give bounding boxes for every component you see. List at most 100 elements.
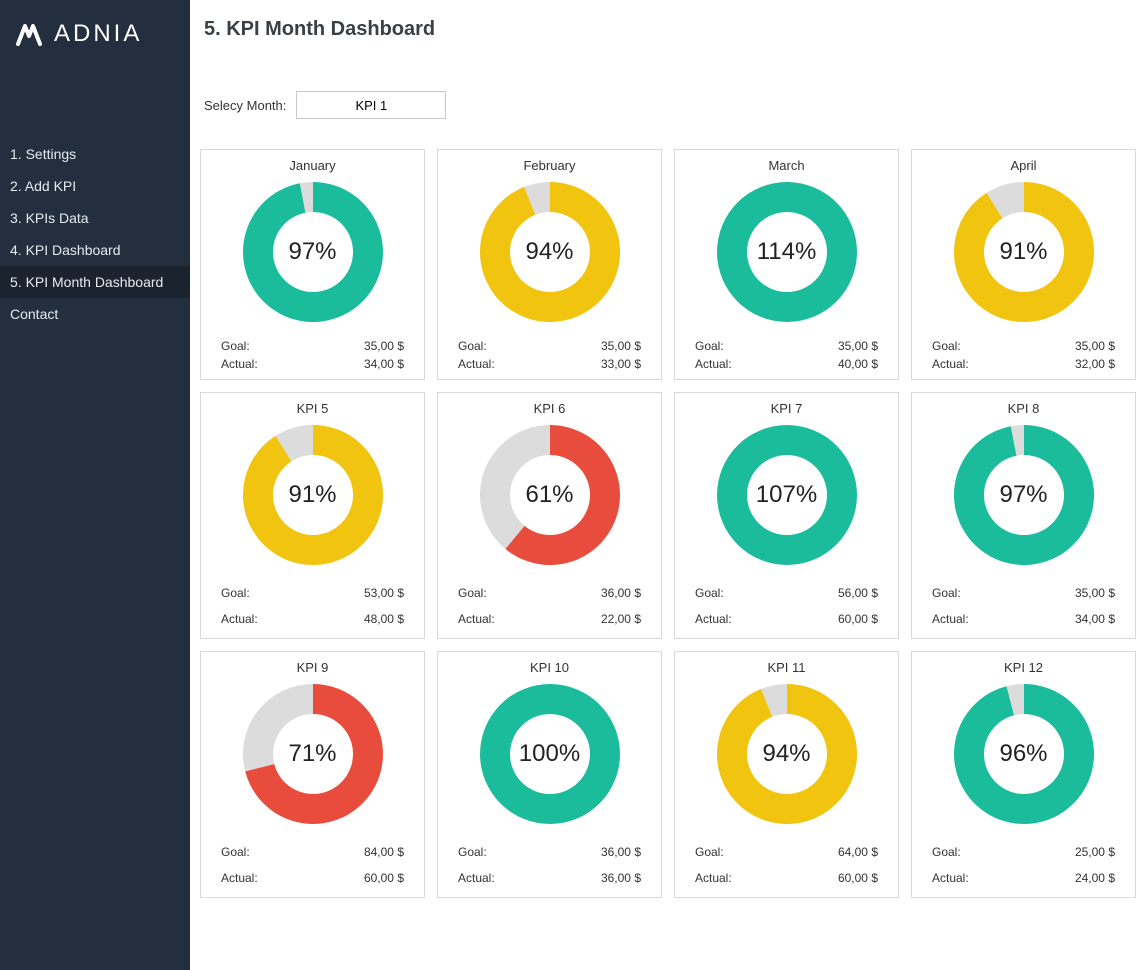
sidebar: ADNIA 1. Settings2. Add KPI3. KPIs Data4… (0, 0, 190, 970)
kpi-goal-value: 56,00 $ (838, 586, 878, 600)
kpi-goal-row: Goal: 35,00 $ (213, 337, 412, 355)
kpi-donut-chart: 94% (475, 177, 625, 327)
kpi-donut-chart: 91% (238, 420, 388, 570)
kpi-goal-value: 64,00 $ (838, 845, 878, 859)
kpi-goal-label: Goal: (458, 339, 487, 353)
kpi-goal-value: 36,00 $ (601, 586, 641, 600)
nav-item[interactable]: 5. KPI Month Dashboard (0, 266, 190, 298)
kpi-card: KPI 6 61% Goal: 36,00 $ Actual: 22,00 $ (437, 392, 662, 639)
kpi-percent-value: 94% (475, 177, 625, 327)
kpi-card-title: KPI 12 (1004, 660, 1043, 675)
kpi-actual-row: Actual: 36,00 $ (450, 865, 649, 891)
kpi-goal-label: Goal: (932, 339, 961, 353)
kpi-goal-row: Goal: 35,00 $ (924, 337, 1123, 355)
kpi-actual-label: Actual: (695, 612, 732, 626)
nav-item[interactable]: 4. KPI Dashboard (0, 234, 190, 266)
kpi-card-title: KPI 6 (534, 401, 566, 416)
month-selector[interactable]: KPI 1 (296, 91, 446, 119)
kpi-actual-value: 40,00 $ (838, 357, 878, 371)
kpi-values: Goal: 25,00 $ Actual: 24,00 $ (924, 839, 1123, 891)
kpi-card: March114% Goal: 35,00 $ Actual: 40,00 $ (674, 149, 899, 380)
kpi-card-title: KPI 7 (771, 401, 803, 416)
kpi-card: April 91% Goal: 35,00 $ Actual: 32,00 $ (911, 149, 1136, 380)
kpi-values: Goal: 64,00 $ Actual: 60,00 $ (687, 839, 886, 891)
kpi-percent-value: 100% (475, 679, 625, 829)
kpi-card-title: January (289, 158, 335, 173)
page-title: 5. KPI Month Dashboard (204, 18, 1126, 41)
kpi-goal-row: Goal: 64,00 $ (687, 839, 886, 865)
kpi-values: Goal: 36,00 $ Actual: 22,00 $ (450, 580, 649, 632)
nav: 1. Settings2. Add KPI3. KPIs Data4. KPI … (0, 138, 190, 330)
kpi-actual-row: Actual: 60,00 $ (687, 606, 886, 632)
kpi-donut-chart: 71% (238, 679, 388, 829)
kpi-values: Goal: 35,00 $ Actual: 32,00 $ (924, 337, 1123, 373)
kpi-actual-label: Actual: (932, 612, 969, 626)
kpi-goal-label: Goal: (932, 845, 961, 859)
kpi-goal-row: Goal: 84,00 $ (213, 839, 412, 865)
kpi-values: Goal: 35,00 $ Actual: 34,00 $ (213, 337, 412, 373)
kpi-card: KPI 9 71% Goal: 84,00 $ Actual: 60,00 $ (200, 651, 425, 898)
kpi-donut-chart: 97% (238, 177, 388, 327)
month-selector-value: KPI 1 (355, 98, 387, 113)
kpi-goal-label: Goal: (695, 586, 724, 600)
kpi-actual-value: 33,00 $ (601, 357, 641, 371)
nav-item[interactable]: 2. Add KPI (0, 170, 190, 202)
kpi-percent-value: 97% (238, 177, 388, 327)
kpi-donut-chart: 91% (949, 177, 1099, 327)
kpi-goal-label: Goal: (221, 586, 250, 600)
kpi-actual-label: Actual: (932, 871, 969, 885)
kpi-percent-value: 61% (475, 420, 625, 570)
kpi-values: Goal: 56,00 $ Actual: 60,00 $ (687, 580, 886, 632)
kpi-actual-label: Actual: (458, 357, 495, 371)
kpi-actual-label: Actual: (458, 871, 495, 885)
kpi-card: KPI 1194% Goal: 64,00 $ Actual: 60,00 $ (674, 651, 899, 898)
kpi-donut-chart: 96% (949, 679, 1099, 829)
kpi-actual-value: 34,00 $ (1075, 612, 1115, 626)
kpi-goal-row: Goal: 35,00 $ (450, 337, 649, 355)
kpi-goal-value: 53,00 $ (364, 586, 404, 600)
kpi-actual-label: Actual: (458, 612, 495, 626)
kpi-actual-label: Actual: (932, 357, 969, 371)
kpi-card-title: KPI 9 (297, 660, 329, 675)
kpi-goal-value: 35,00 $ (838, 339, 878, 353)
kpi-actual-row: Actual: 33,00 $ (450, 355, 649, 373)
kpi-actual-value: 32,00 $ (1075, 357, 1115, 371)
kpi-percent-value: 107% (712, 420, 862, 570)
month-selector-row: Selecy Month: KPI 1 (204, 91, 1126, 119)
kpi-card-title: February (523, 158, 575, 173)
kpi-card: KPI 7 107% Goal: 56,00 $ Actual: 60,00 $ (674, 392, 899, 639)
kpi-card-title: April (1010, 158, 1036, 173)
kpi-card-title: KPI 10 (530, 660, 569, 675)
nav-item[interactable]: Contact (0, 298, 190, 330)
kpi-goal-label: Goal: (932, 586, 961, 600)
kpi-values: Goal: 35,00 $ Actual: 33,00 $ (450, 337, 649, 373)
kpi-values: Goal: 53,00 $ Actual: 48,00 $ (213, 580, 412, 632)
kpi-actual-value: 60,00 $ (838, 871, 878, 885)
kpi-actual-label: Actual: (695, 871, 732, 885)
kpi-goal-label: Goal: (221, 845, 250, 859)
kpi-card: January 97% Goal: 35,00 $ Actual: 34,00 $ (200, 149, 425, 380)
kpi-values: Goal: 35,00 $ Actual: 40,00 $ (687, 337, 886, 373)
kpi-percent-value: 114% (712, 177, 862, 327)
kpi-actual-row: Actual: 48,00 $ (213, 606, 412, 632)
kpi-actual-row: Actual: 22,00 $ (450, 606, 649, 632)
kpi-goal-label: Goal: (695, 845, 724, 859)
nav-item[interactable]: 3. KPIs Data (0, 202, 190, 234)
kpi-card: KPI 10 100% Goal: 36,00 $ Actual: 36,00 $ (437, 651, 662, 898)
kpi-values: Goal: 84,00 $ Actual: 60,00 $ (213, 839, 412, 891)
kpi-actual-row: Actual: 60,00 $ (213, 865, 412, 891)
kpi-goal-row: Goal: 36,00 $ (450, 580, 649, 606)
kpi-percent-value: 71% (238, 679, 388, 829)
kpi-actual-label: Actual: (221, 612, 258, 626)
kpi-actual-value: 48,00 $ (364, 612, 404, 626)
kpi-actual-value: 24,00 $ (1075, 871, 1115, 885)
kpi-actual-label: Actual: (695, 357, 732, 371)
kpi-card-title: KPI 5 (297, 401, 329, 416)
kpi-goal-row: Goal: 53,00 $ (213, 580, 412, 606)
kpi-values: Goal: 36,00 $ Actual: 36,00 $ (450, 839, 649, 891)
kpi-actual-value: 36,00 $ (601, 871, 641, 885)
kpi-goal-row: Goal: 35,00 $ (687, 337, 886, 355)
kpi-goal-label: Goal: (695, 339, 724, 353)
kpi-percent-value: 96% (949, 679, 1099, 829)
nav-item[interactable]: 1. Settings (0, 138, 190, 170)
